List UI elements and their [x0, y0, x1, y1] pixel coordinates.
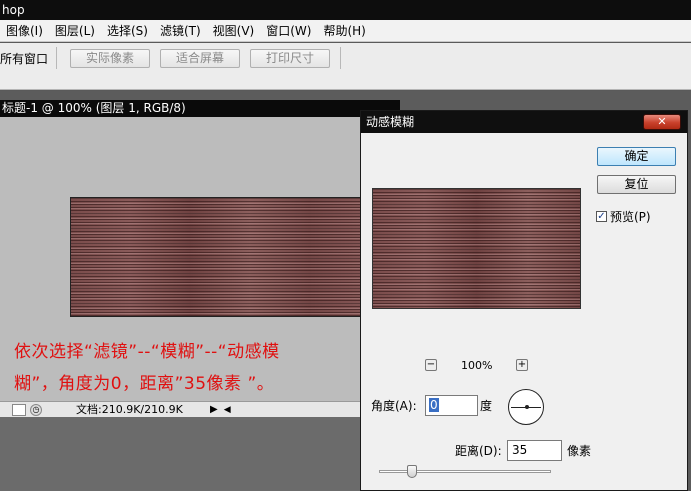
- distance-slider-track[interactable]: [379, 470, 551, 473]
- document-size-info: 文档:210.9K/210.9K: [76, 402, 183, 416]
- status-clock-icon: ◷: [30, 403, 42, 416]
- options-separator: [340, 47, 341, 69]
- scroll-left-arrow-icon[interactable]: ◀: [224, 402, 231, 418]
- instruction-line-1: 依次选择“滤镜”--“模糊”--“动感模: [14, 342, 280, 362]
- photoshop-window: hop 图像(I) 图层(L) 选择(S) 滤镜(T) 视图(V) 窗口(W) …: [0, 0, 691, 491]
- close-button[interactable]: ✕: [643, 114, 681, 130]
- zoom-field[interactable]: [12, 403, 26, 416]
- angle-dial-center: [525, 405, 529, 409]
- app-title: hop: [2, 3, 25, 17]
- preview-label: 预览(P): [610, 210, 651, 224]
- wood-texture-image[interactable]: [70, 197, 370, 317]
- dialog-title-bar[interactable]: 动感模糊: [361, 111, 687, 133]
- blur-preview-image[interactable]: [372, 188, 581, 309]
- options-bar: 所有窗口 实际像素 适合屏幕 打印尺寸: [0, 43, 691, 90]
- preview-checkbox-row[interactable]: ✓ 预览(P): [596, 208, 651, 225]
- angle-dial[interactable]: [508, 389, 544, 425]
- print-size-button[interactable]: 打印尺寸: [250, 49, 330, 68]
- angle-label: 角度(A):: [371, 399, 417, 413]
- menu-filter[interactable]: 滤镜(T): [154, 20, 207, 42]
- distance-slider-thumb[interactable]: [407, 465, 417, 478]
- status-bar: ◷ 文档:210.9K/210.9K ▶ ◀: [0, 401, 400, 417]
- reset-button[interactable]: 复位: [597, 175, 676, 194]
- zoom-in-button[interactable]: +: [516, 359, 528, 371]
- menu-window[interactable]: 窗口(W): [260, 20, 317, 42]
- distance-unit: 像素: [567, 444, 592, 458]
- all-windows-option[interactable]: 所有窗口: [0, 51, 48, 67]
- fit-screen-button[interactable]: 适合屏幕: [160, 49, 240, 68]
- menu-select[interactable]: 选择(S): [101, 20, 154, 42]
- menu-bar: 图像(I) 图层(L) 选择(S) 滤镜(T) 视图(V) 窗口(W) 帮助(H…: [0, 20, 691, 42]
- menu-view[interactable]: 视图(V): [207, 20, 261, 42]
- status-menu-arrow-icon[interactable]: ▶: [210, 402, 218, 418]
- app-title-bar: hop: [0, 0, 691, 20]
- angle-value: 0: [429, 398, 439, 412]
- menu-image[interactable]: 图像(I): [0, 20, 49, 42]
- preview-checkbox[interactable]: ✓: [596, 211, 607, 222]
- distance-input[interactable]: 35: [507, 440, 562, 461]
- zoom-out-button[interactable]: −: [425, 359, 437, 371]
- angle-input[interactable]: 0: [425, 395, 478, 416]
- menu-layer[interactable]: 图层(L): [49, 20, 101, 42]
- menu-help[interactable]: 帮助(H): [317, 20, 371, 42]
- options-separator: [56, 47, 57, 69]
- motion-blur-dialog: 动感模糊 ✕ 确定 复位 ✓ 预览(P) − 100% + 角度(A): 0 度…: [360, 110, 688, 491]
- angle-unit: 度: [480, 399, 493, 413]
- distance-label: 距离(D):: [455, 444, 502, 458]
- instruction-line-2: 糊”，角度为0，距离”35像素 ”。: [14, 374, 275, 394]
- zoom-level: 100%: [461, 359, 493, 372]
- document-title-bar[interactable]: 标题-1 @ 100% (图层 1, RGB/8): [0, 100, 400, 117]
- document-title: 标题-1 @ 100% (图层 1, RGB/8): [2, 101, 186, 115]
- actual-pixels-button[interactable]: 实际像素: [70, 49, 150, 68]
- instruction-text: 依次选择“滤镜”--“模糊”--“动感模 糊”，角度为0，距离”35像素 ”。: [14, 336, 374, 400]
- dialog-title: 动感模糊: [366, 115, 415, 129]
- ok-button[interactable]: 确定: [597, 147, 676, 166]
- workspace-background: [0, 417, 400, 491]
